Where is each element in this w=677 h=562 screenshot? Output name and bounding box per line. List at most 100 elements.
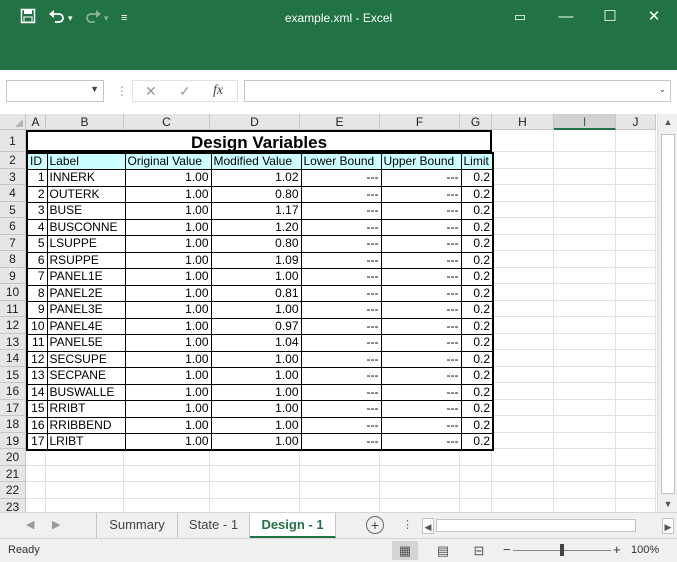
table-cell[interactable]: PANEL1E: [46, 268, 126, 286]
row-header-11[interactable]: 11: [0, 300, 26, 317]
table-cell[interactable]: 0.2: [460, 169, 494, 187]
table-cell[interactable]: 1.00: [124, 301, 212, 319]
column-label-cell[interactable]: Label: [46, 152, 126, 170]
table-cell[interactable]: 7: [26, 268, 48, 286]
table-cell[interactable]: 1.00: [210, 416, 302, 434]
table-cell[interactable]: INNERK: [46, 169, 126, 187]
table-cell[interactable]: 15: [26, 400, 48, 418]
table-cell[interactable]: 0.80: [210, 185, 302, 203]
table-cell[interactable]: BUSCONNE: [46, 218, 126, 236]
table-cell[interactable]: ---: [300, 218, 382, 236]
table-cell[interactable]: 1.00: [124, 235, 212, 253]
table-cell[interactable]: BUSWALLE: [46, 383, 126, 401]
row-header-19[interactable]: 19: [0, 432, 26, 449]
column-header-a[interactable]: A: [26, 114, 46, 130]
table-cell[interactable]: SECPANE: [46, 367, 126, 385]
previous-sheet-icon[interactable]: ◀: [26, 518, 34, 531]
table-cell[interactable]: 1.00: [124, 185, 212, 203]
zoom-slider-thumb[interactable]: [560, 544, 564, 556]
table-cell[interactable]: ---: [300, 433, 382, 451]
table-cell[interactable]: BUSE: [46, 202, 126, 220]
table-cell[interactable]: 0.2: [460, 383, 494, 401]
table-cell[interactable]: 0.2: [460, 218, 494, 236]
table-cell[interactable]: ---: [300, 416, 382, 434]
table-cell[interactable]: 1.00: [124, 218, 212, 236]
row-header-3[interactable]: 3: [0, 168, 26, 185]
column-header-c[interactable]: C: [124, 114, 210, 130]
row-header-17[interactable]: 17: [0, 399, 26, 416]
table-cell[interactable]: 10: [26, 317, 48, 335]
table-cell[interactable]: ---: [300, 334, 382, 352]
table-cell[interactable]: ---: [380, 317, 462, 335]
table-cell[interactable]: 0.2: [460, 350, 494, 368]
column-label-cell[interactable]: Upper Bound: [380, 152, 462, 170]
column-header-b[interactable]: B: [46, 114, 124, 130]
cancel-icon[interactable]: ✕: [145, 83, 157, 100]
table-cell[interactable]: 1.00: [124, 350, 212, 368]
name-box[interactable]: ▼: [6, 80, 104, 102]
column-header-e[interactable]: E: [300, 114, 380, 130]
table-cell[interactable]: ---: [300, 317, 382, 335]
table-cell[interactable]: ---: [380, 202, 462, 220]
column-header-d[interactable]: D: [210, 114, 300, 130]
sheet-title-cell[interactable]: Design Variables: [26, 130, 492, 152]
table-cell[interactable]: ---: [380, 218, 462, 236]
table-cell[interactable]: ---: [300, 301, 382, 319]
table-cell[interactable]: 1.00: [124, 169, 212, 187]
column-header-f[interactable]: F: [380, 114, 460, 130]
table-cell[interactable]: 1.00: [124, 383, 212, 401]
table-cell[interactable]: 0.2: [460, 185, 494, 203]
table-cell[interactable]: RRIBBEND: [46, 416, 126, 434]
table-cell[interactable]: ---: [300, 367, 382, 385]
scroll-left-icon[interactable]: ◀: [422, 518, 434, 534]
table-cell[interactable]: 0.2: [460, 433, 494, 451]
table-cell[interactable]: LSUPPE: [46, 235, 126, 253]
table-cell[interactable]: 1.00: [124, 367, 212, 385]
column-label-cell[interactable]: ID: [26, 152, 48, 170]
scroll-right-icon[interactable]: ▶: [662, 518, 674, 534]
row-header-22[interactable]: 22: [0, 482, 26, 499]
table-cell[interactable]: ---: [380, 284, 462, 302]
column-header-g[interactable]: G: [460, 114, 492, 130]
column-label-cell[interactable]: Limit: [460, 152, 494, 170]
formula-bar-grip-icon[interactable]: ⋮: [116, 84, 128, 98]
column-header-h[interactable]: H: [492, 114, 554, 130]
row-header-10[interactable]: 10: [0, 284, 26, 301]
table-cell[interactable]: 8: [26, 284, 48, 302]
table-cell[interactable]: ---: [380, 301, 462, 319]
table-cell[interactable]: 5: [26, 235, 48, 253]
table-cell[interactable]: 1.00: [124, 416, 212, 434]
horizontal-scrollbar[interactable]: ◀ ▶: [422, 518, 674, 534]
table-cell[interactable]: 0.2: [460, 400, 494, 418]
table-cell[interactable]: 1.00: [210, 400, 302, 418]
table-cell[interactable]: ---: [380, 400, 462, 418]
tab-split-grip-icon[interactable]: ⋮: [402, 518, 413, 531]
table-cell[interactable]: 6: [26, 251, 48, 269]
table-cell[interactable]: PANEL4E: [46, 317, 126, 335]
vertical-scrollbar[interactable]: ▲ ▼: [657, 114, 677, 512]
minimize-button[interactable]: —: [546, 4, 586, 30]
table-cell[interactable]: PANEL3E: [46, 301, 126, 319]
table-cell[interactable]: RRIBT: [46, 400, 126, 418]
table-cell[interactable]: 0.2: [460, 268, 494, 286]
table-cell[interactable]: 1.02: [210, 169, 302, 187]
table-cell[interactable]: 1.00: [124, 202, 212, 220]
page-layout-view-icon[interactable]: ▤: [430, 541, 456, 560]
table-cell[interactable]: 0.81: [210, 284, 302, 302]
table-cell[interactable]: 1.00: [124, 400, 212, 418]
table-cell[interactable]: 0.2: [460, 334, 494, 352]
table-cell[interactable]: 1: [26, 169, 48, 187]
table-cell[interactable]: ---: [380, 416, 462, 434]
scroll-up-icon[interactable]: ▲: [658, 114, 677, 130]
table-cell[interactable]: ---: [380, 367, 462, 385]
table-cell[interactable]: PANEL5E: [46, 334, 126, 352]
table-cell[interactable]: ---: [380, 169, 462, 187]
table-cell[interactable]: 3: [26, 202, 48, 220]
table-cell[interactable]: 0.2: [460, 301, 494, 319]
table-cell[interactable]: 0.2: [460, 235, 494, 253]
row-header-18[interactable]: 18: [0, 416, 26, 433]
table-cell[interactable]: 1.00: [210, 268, 302, 286]
page-break-preview-icon[interactable]: ⊟: [466, 541, 492, 560]
table-cell[interactable]: 4: [26, 218, 48, 236]
row-header-1[interactable]: 1: [0, 130, 26, 152]
